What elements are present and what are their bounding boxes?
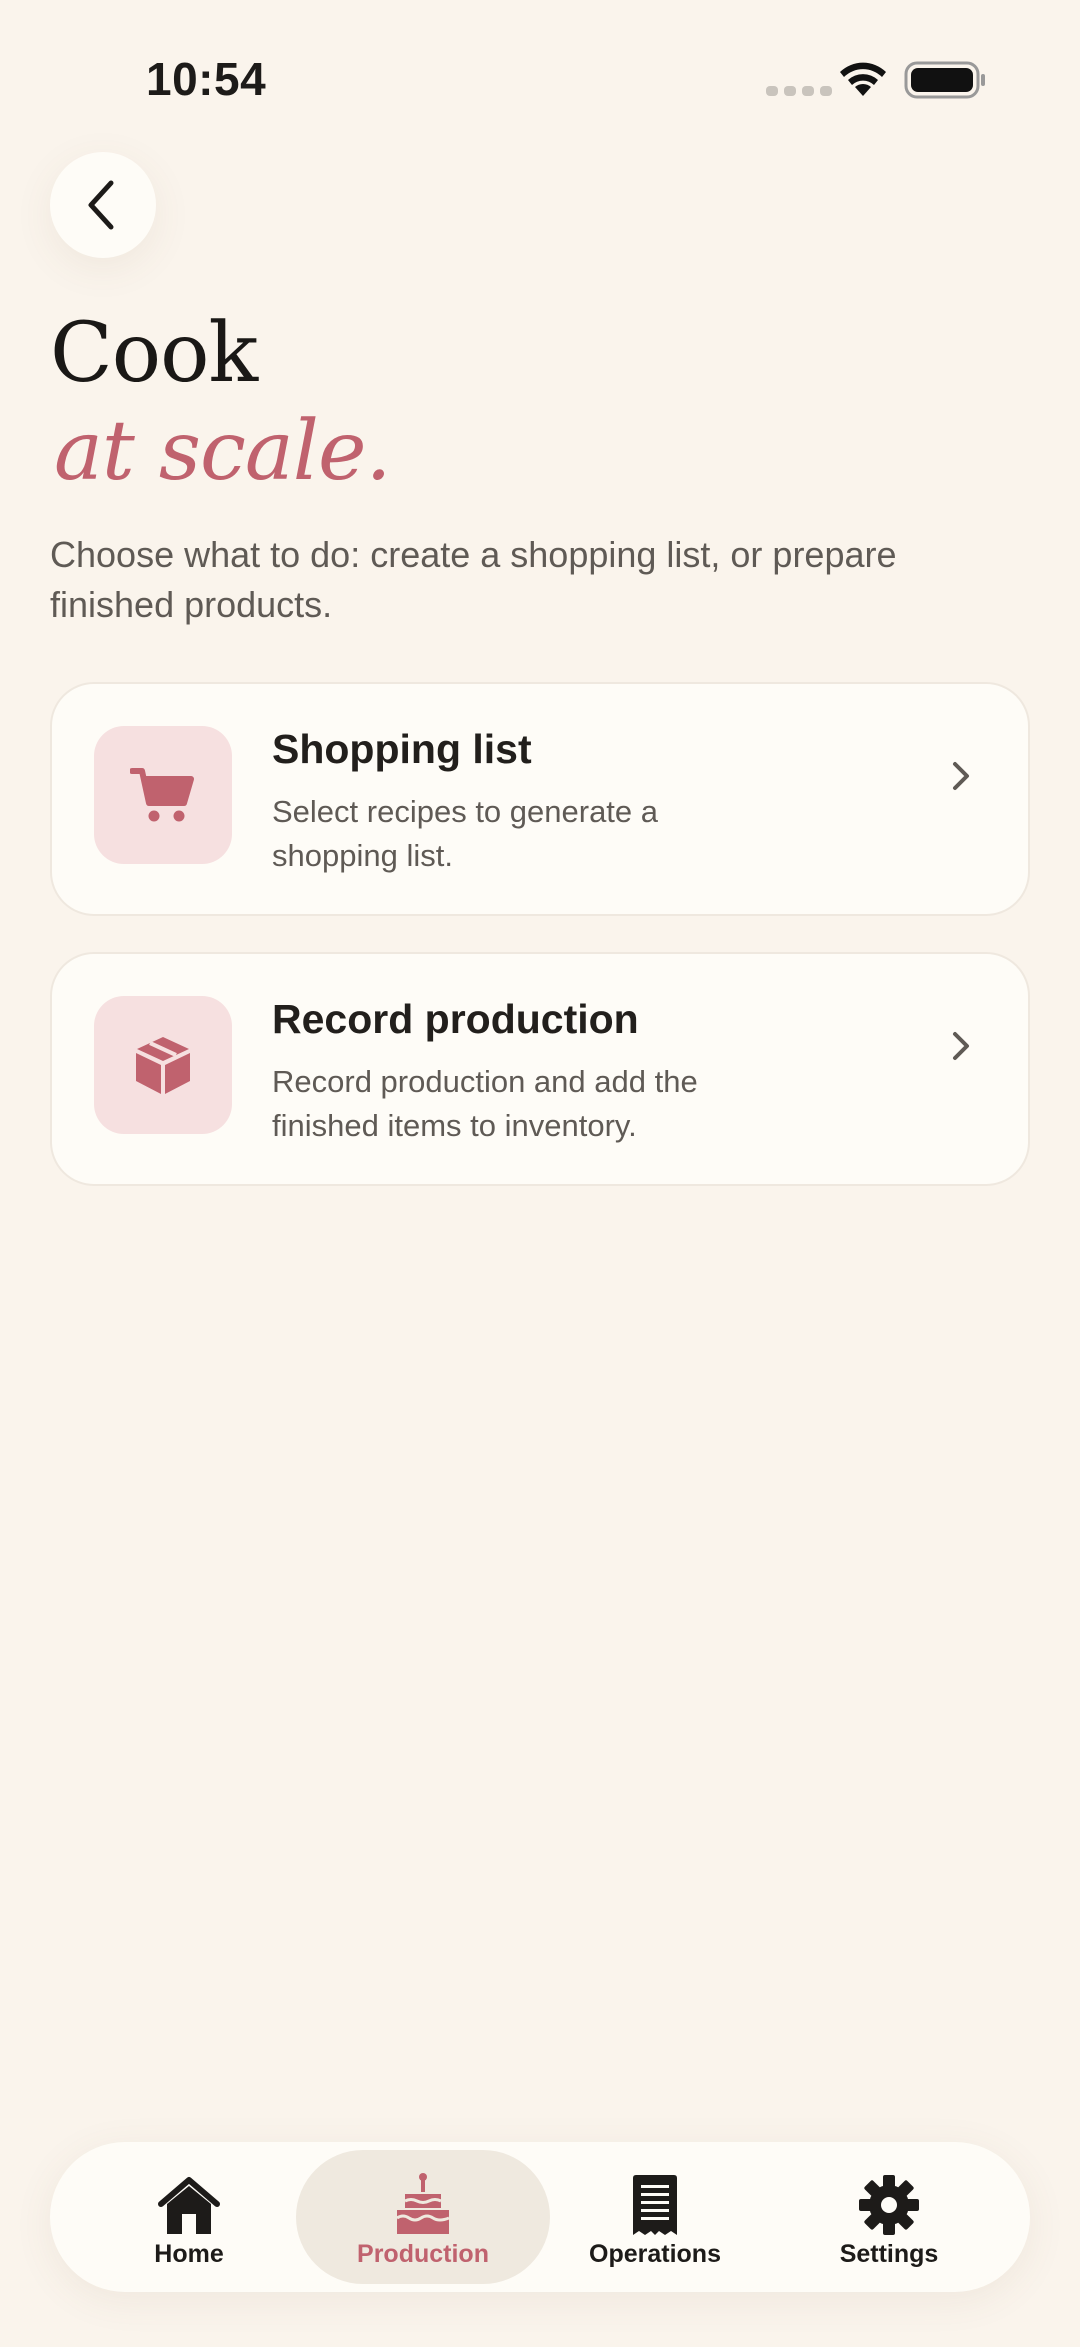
card-title: Shopping list xyxy=(272,726,532,772)
record-production-card[interactable]: Record production Record production and … xyxy=(50,952,1030,1186)
wifi-icon xyxy=(840,62,886,96)
box-icon-tile xyxy=(94,996,232,1134)
card-description: Record production and add the finished i… xyxy=(272,1064,698,1143)
tab-operations[interactable]: Operations xyxy=(538,2150,772,2284)
chevron-right-icon xyxy=(953,1032,969,1060)
chevron-right-icon xyxy=(953,762,969,790)
receipt-icon xyxy=(633,2175,677,2235)
card-title: Record production xyxy=(272,996,639,1042)
card-description: Select recipes to generate a shopping li… xyxy=(272,794,659,873)
chevron-left-icon xyxy=(88,180,114,230)
box-icon xyxy=(136,1037,190,1094)
cart-icon xyxy=(130,768,194,822)
screen: 10:54 Cook at scale. Choose what to do: … xyxy=(0,0,1080,2347)
page-title-accent: at scale. xyxy=(54,404,392,499)
signal-icon xyxy=(766,86,832,96)
shopping-list-card[interactable]: Shopping list Select recipes to generate… xyxy=(50,682,1030,916)
status-time: 10:54 xyxy=(146,53,267,105)
tab-label: Operations xyxy=(589,2240,721,2268)
page-title: Cook xyxy=(50,306,258,401)
tab-settings[interactable]: Settings xyxy=(772,2150,1006,2284)
cake-icon xyxy=(396,2173,450,2234)
tab-label: Home xyxy=(154,2240,224,2268)
tab-home[interactable]: Home xyxy=(72,2150,306,2284)
battery-icon xyxy=(904,61,985,99)
tab-label: Production xyxy=(357,2240,489,2268)
tab-production[interactable]: Production xyxy=(296,2150,550,2284)
page-subtitle: Choose what to do: create a shopping lis… xyxy=(50,534,897,625)
home-icon xyxy=(158,2177,220,2234)
bottom-tab-bar: Home Production Operations Settings xyxy=(50,2142,1030,2292)
back-button[interactable] xyxy=(50,152,156,258)
tab-label: Settings xyxy=(839,2240,939,2268)
gear-icon xyxy=(859,2175,919,2235)
cart-icon-tile xyxy=(94,726,232,864)
